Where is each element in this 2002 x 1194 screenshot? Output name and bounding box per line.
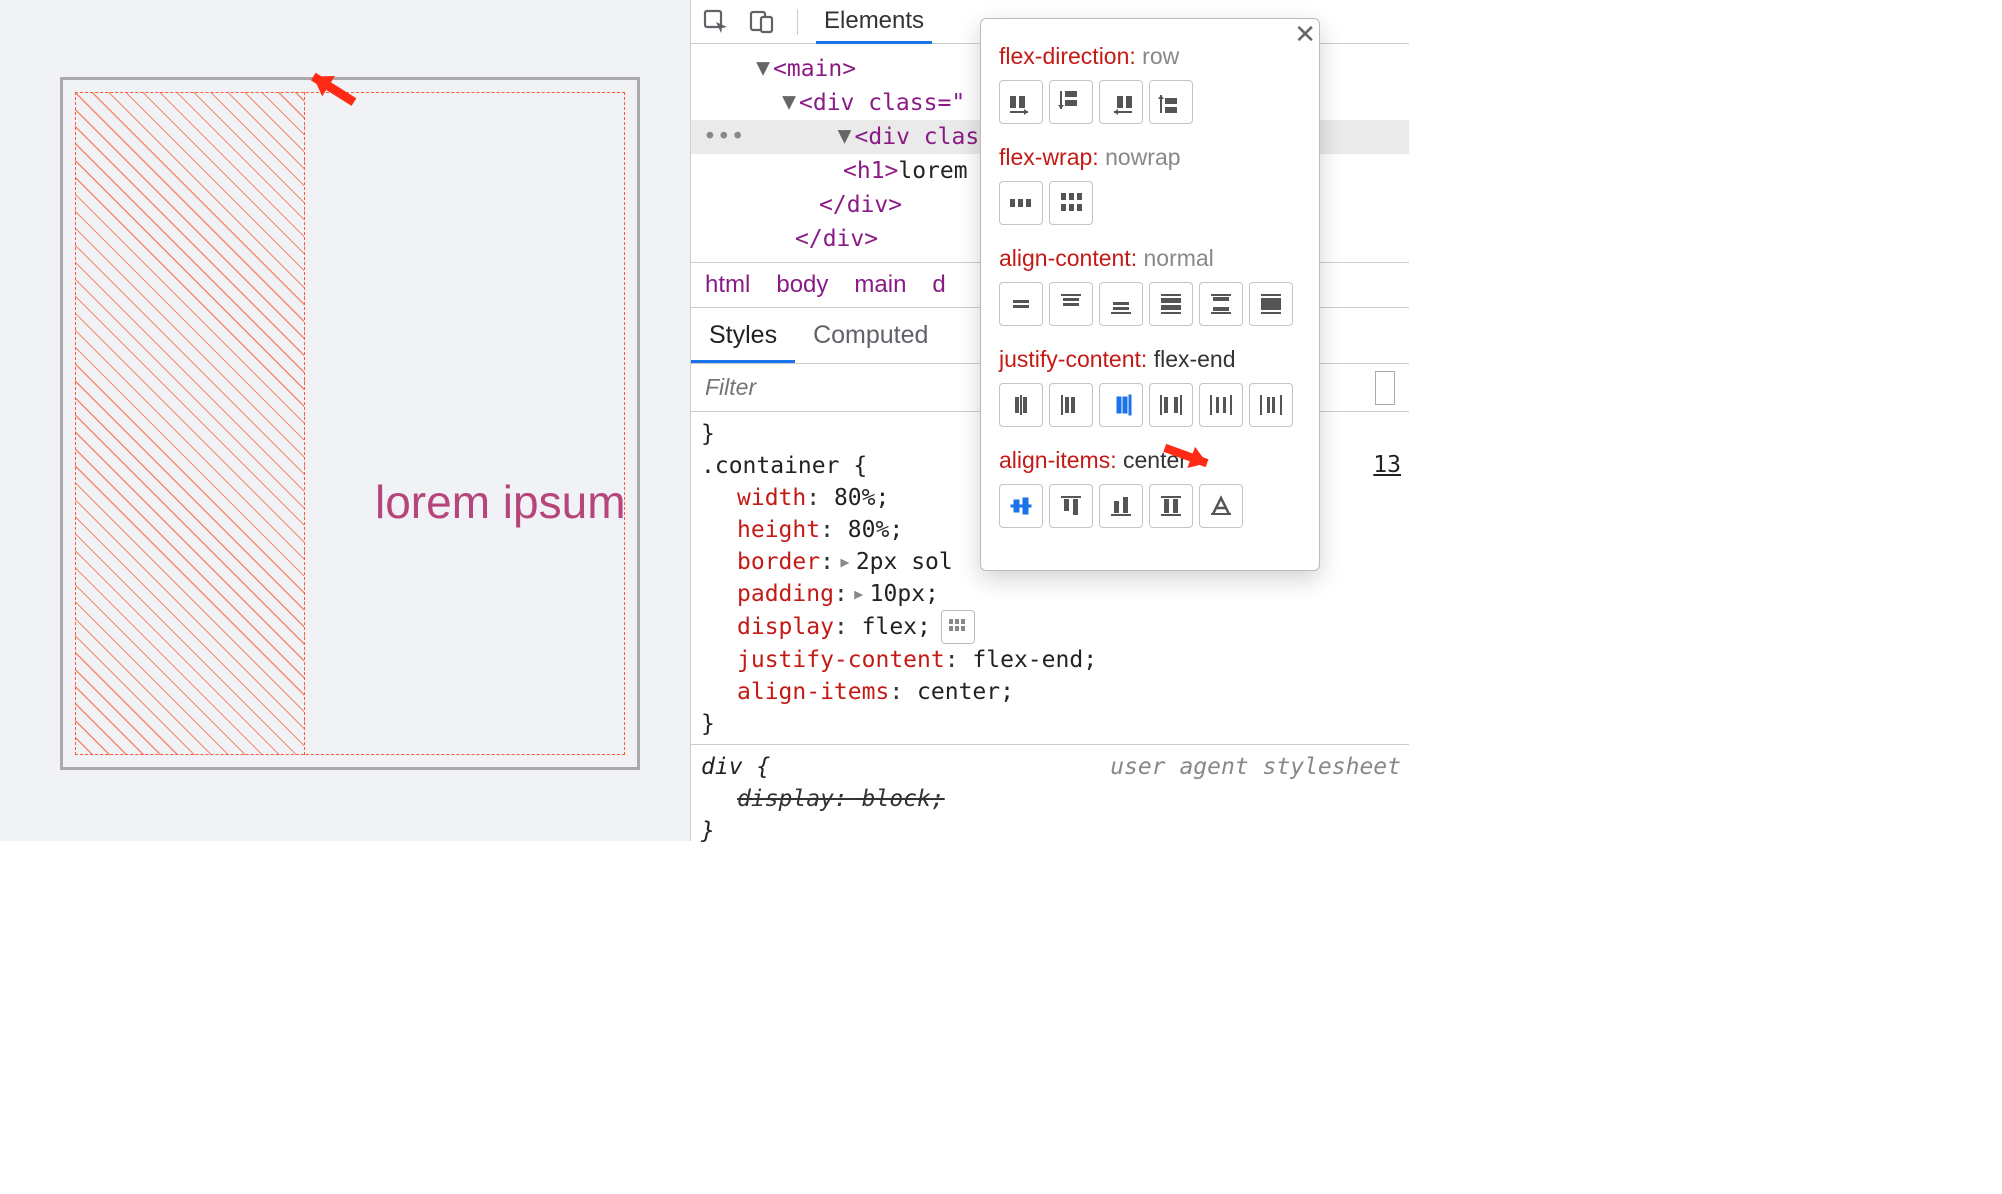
flex-editor-popover[interactable]: ✕ flex-direction: row flex-wrap: nowrap al… [980,18,1320,571]
container-element-outline: lorem ipsum [60,77,640,770]
flex-option-fw-nowrap[interactable] [999,181,1043,225]
breadcrumb-item[interactable]: body [776,271,828,299]
close-icon[interactable]: ✕ [1294,19,1316,50]
flex-prop-align-content: align-content: normal [999,245,1301,272]
flex-prop-justify-content: justify-content: flex-end [999,346,1301,373]
flex-option-fd-col-rev[interactable] [1149,80,1193,124]
ellipsis-icon[interactable]: ••• [697,120,751,154]
flex-option-jc-around[interactable] [1199,383,1243,427]
flex-free-space-hatch [75,92,305,755]
flex-prop-flex-wrap: flex-wrap: nowrap [999,144,1301,171]
tab-computed[interactable]: Computed [795,309,946,363]
toolbar-separator [797,9,798,35]
flex-option-ac-3[interactable] [1099,282,1143,326]
flex-option-ai-stretch[interactable] [1149,484,1193,528]
dom-node-main[interactable]: <main> [773,52,856,86]
tab-elements[interactable]: Elements [816,0,932,44]
flex-option-fd-col[interactable] [1049,80,1093,124]
tab-styles[interactable]: Styles [691,309,795,363]
flex-option-ai-center[interactable] [999,484,1043,528]
flex-option-ac-1[interactable] [999,282,1043,326]
element-state-toggle[interactable] [1375,371,1395,405]
user-agent-rule: user agent stylesheet div { display: blo… [691,745,1409,853]
dom-node-div[interactable]: <div class=" [799,86,965,120]
user-agent-label: user agent stylesheet [1110,751,1401,783]
flex-option-ai-start[interactable] [1049,484,1093,528]
flex-option-ac-2[interactable] [1049,282,1093,326]
breadcrumb-item[interactable]: main [854,271,906,299]
breadcrumb-item[interactable]: d [932,271,945,299]
flex-option-ai-end[interactable] [1099,484,1143,528]
flex-option-ac-6[interactable] [1249,282,1293,326]
h1-lorem-text: lorem ipsum [375,475,626,529]
device-toolbar-icon[interactable] [745,5,779,39]
inspect-element-icon[interactable] [699,5,733,39]
rendered-page-preview: lorem ipsum [0,0,690,841]
flex-option-jc-center[interactable] [999,383,1043,427]
flex-option-fw-wrap[interactable] [1049,181,1093,225]
flex-option-ai-baseline[interactable] [1199,484,1243,528]
flex-option-ac-5[interactable] [1199,282,1243,326]
flex-option-ac-4[interactable] [1149,282,1193,326]
flex-option-jc-evenly[interactable] [1249,383,1293,427]
flex-option-jc-end[interactable] [1099,383,1143,427]
flex-prop-flex-direction: flex-direction: row [999,43,1301,70]
flex-option-fd-row[interactable] [999,80,1043,124]
flex-option-fd-row-rev[interactable] [1099,80,1143,124]
flex-editor-badge-icon[interactable] [941,610,975,644]
breadcrumb-item[interactable]: html [705,271,750,299]
source-line-link[interactable]: 13 [1373,452,1401,478]
flex-option-jc-start[interactable] [1049,383,1093,427]
